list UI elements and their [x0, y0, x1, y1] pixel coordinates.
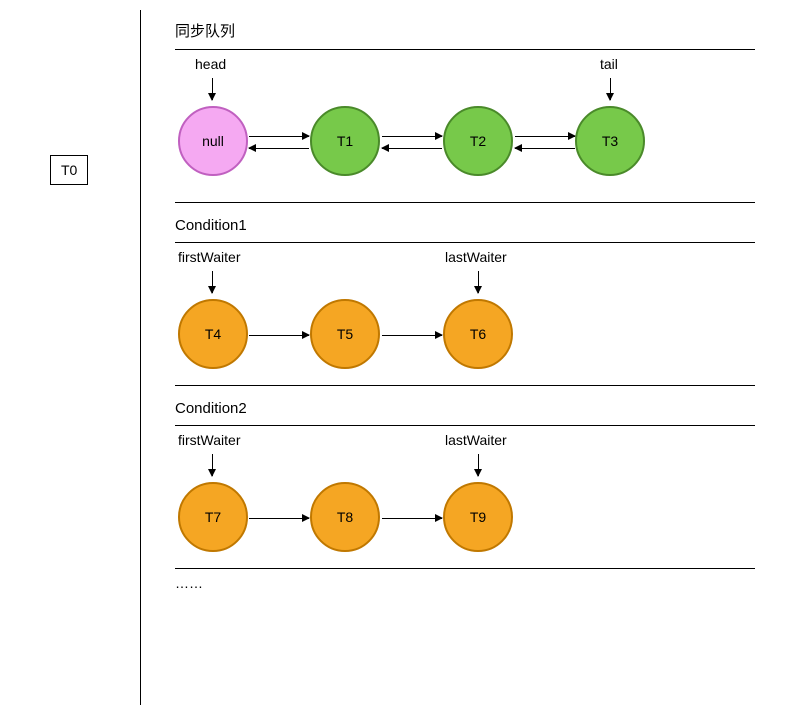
sync-queue-area: head tail null T1 T2 T3 — [175, 56, 755, 196]
condition1-area: firstWaiter lastWaiter T4 T5 T6 — [175, 249, 755, 379]
condition1-title: Condition1 — [175, 217, 755, 234]
sync-node-3: T3 — [575, 106, 645, 176]
arrow-icon — [478, 454, 479, 476]
sync-node-2: T2 — [443, 106, 513, 176]
t0-box: T0 — [50, 155, 88, 185]
node-label: T7 — [205, 509, 221, 525]
node-label: T3 — [602, 133, 618, 149]
t0-label: T0 — [61, 162, 77, 178]
node-label: T4 — [205, 326, 221, 342]
node-label: T6 — [470, 326, 486, 342]
link-arrow-icon — [515, 148, 575, 149]
link-arrow-icon — [249, 335, 309, 336]
last-waiter-label: lastWaiter — [445, 249, 507, 265]
divider — [175, 385, 755, 386]
divider — [175, 425, 755, 426]
condition2-title: Condition2 — [175, 400, 755, 417]
node-label: T9 — [470, 509, 486, 525]
condition2-area: firstWaiter lastWaiter T7 T8 T9 — [175, 432, 755, 562]
divider — [175, 202, 755, 203]
arrow-icon — [212, 271, 213, 293]
sync-node-0: null — [178, 106, 248, 176]
cond2-node-2: T9 — [443, 482, 513, 552]
link-arrow-icon — [382, 136, 442, 137]
first-waiter-label: firstWaiter — [178, 249, 240, 265]
arrow-icon — [212, 78, 213, 100]
node-label: T8 — [337, 509, 353, 525]
link-arrow-icon — [249, 148, 309, 149]
vertical-divider — [140, 10, 141, 705]
arrow-icon — [212, 454, 213, 476]
arrow-icon — [610, 78, 611, 100]
tail-label: tail — [600, 56, 618, 72]
link-arrow-icon — [382, 335, 442, 336]
last-waiter-label: lastWaiter — [445, 432, 507, 448]
sync-queue-title: 同步队列 — [175, 20, 755, 41]
link-arrow-icon — [249, 136, 309, 137]
sync-node-1: T1 — [310, 106, 380, 176]
cond1-node-1: T5 — [310, 299, 380, 369]
node-label: null — [202, 133, 224, 149]
link-arrow-icon — [249, 518, 309, 519]
node-label: T1 — [337, 133, 353, 149]
link-arrow-icon — [382, 518, 442, 519]
head-label: head — [195, 56, 226, 72]
divider — [175, 49, 755, 50]
cond2-node-0: T7 — [178, 482, 248, 552]
node-label: T5 — [337, 326, 353, 342]
ellipsis-label: …… — [175, 575, 755, 591]
node-label: T2 — [470, 133, 486, 149]
cond2-node-1: T8 — [310, 482, 380, 552]
arrow-icon — [478, 271, 479, 293]
cond1-node-2: T6 — [443, 299, 513, 369]
link-arrow-icon — [515, 136, 575, 137]
link-arrow-icon — [382, 148, 442, 149]
divider — [175, 242, 755, 243]
divider — [175, 568, 755, 569]
first-waiter-label: firstWaiter — [178, 432, 240, 448]
content-area: 同步队列 head tail null T1 T2 T3 Condition1 … — [175, 20, 755, 591]
cond1-node-0: T4 — [178, 299, 248, 369]
